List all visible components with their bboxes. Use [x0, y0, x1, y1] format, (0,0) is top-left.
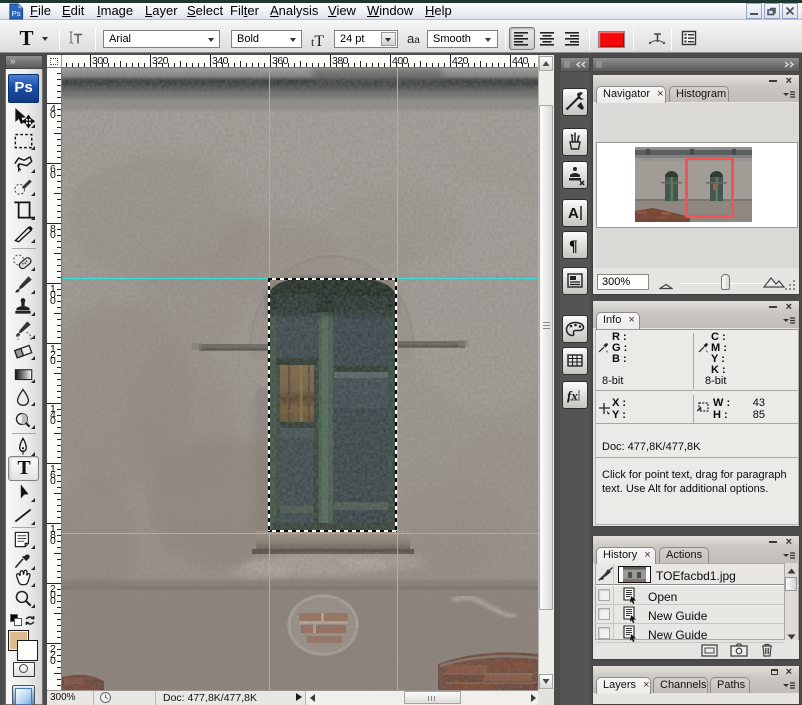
svg-text:¶: ¶ — [569, 238, 578, 255]
svg-text:fx: fx — [567, 388, 578, 403]
svg-text:A: A — [568, 205, 579, 222]
svg-text:Ps: Ps — [12, 9, 21, 18]
